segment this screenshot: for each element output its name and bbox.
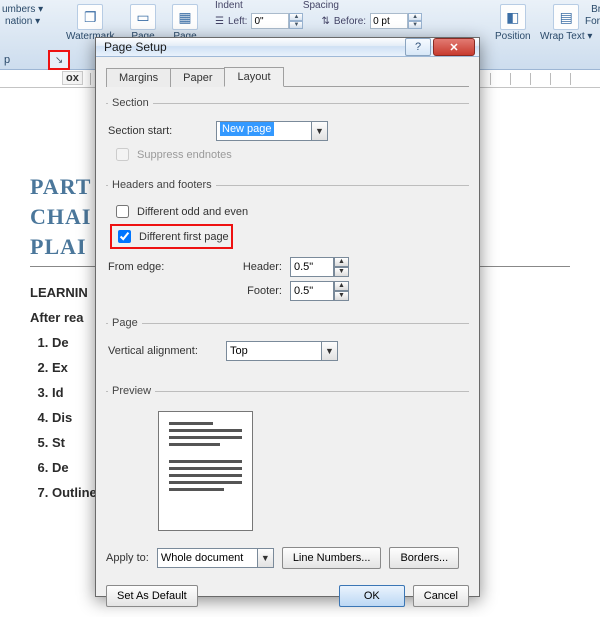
preview-legend: Preview	[108, 385, 155, 397]
valign-combo[interactable]	[226, 341, 321, 361]
spin-down-icon[interactable]: ▼	[334, 267, 349, 277]
footer-spinner[interactable]	[290, 281, 334, 301]
help-icon: ?	[415, 41, 421, 53]
indent-title: Indent	[215, 0, 243, 11]
p-label: p	[4, 54, 10, 66]
ribbon-nation[interactable]: nation ▾	[5, 16, 40, 27]
section-start-label: Section start:	[108, 125, 208, 137]
close-button[interactable]: ✕	[433, 38, 475, 56]
spin-up-icon[interactable]: ▲	[334, 281, 349, 291]
borders-button[interactable]: Borders...	[389, 547, 459, 569]
spin-down-icon[interactable]: ▼	[334, 291, 349, 301]
launcher-icon: ↘	[55, 55, 63, 66]
section-legend: Section	[108, 97, 153, 109]
dropdown-icon[interactable]: ▼	[257, 548, 274, 568]
header-spinner[interactable]	[290, 257, 334, 277]
different-odd-even-checkbox[interactable]	[116, 205, 129, 218]
position-label: Position	[495, 31, 531, 42]
preview-thumbnail	[158, 411, 253, 531]
header-label: Header:	[234, 261, 282, 273]
different-first-page-checkbox[interactable]	[118, 230, 131, 243]
from-edge-label: From edge:	[108, 261, 208, 273]
forward-label[interactable]: Forw	[585, 16, 600, 27]
suppress-endnotes-checkbox	[116, 148, 129, 161]
cancel-button[interactable]: Cancel	[413, 585, 469, 607]
position-icon[interactable]: ◧	[500, 4, 526, 30]
spin-down[interactable]: ▼	[289, 21, 303, 29]
headers-footers-group: Headers and footers Different odd and ev…	[106, 179, 469, 307]
hf-legend: Headers and footers	[108, 179, 216, 191]
different-odd-even-label: Different odd and even	[137, 206, 248, 218]
page-color-icon[interactable]: ▭	[130, 4, 156, 30]
indent-spacing-group: Indent Spacing ☰Left: ▲▼ ⇅Before: ▲▼	[215, 0, 422, 29]
dialog-footer: Set As Default OK Cancel	[96, 579, 479, 617]
apply-to-combo[interactable]	[157, 548, 257, 568]
watermark-icon[interactable]: ❐	[77, 4, 103, 30]
line-numbers-button[interactable]: Line Numbers...	[282, 547, 382, 569]
spin-down[interactable]: ▼	[408, 21, 422, 29]
spin-up[interactable]: ▲	[408, 13, 422, 21]
ribbon-numbers[interactable]: umbers ▾	[2, 4, 43, 15]
set-as-default-button[interactable]: Set As Default	[106, 585, 198, 607]
tab-layout[interactable]: Layout	[224, 67, 283, 87]
spin-up-icon[interactable]: ▲	[334, 257, 349, 267]
suppress-endnotes-label: Suppress endnotes	[137, 149, 232, 161]
ok-button[interactable]: OK	[339, 585, 405, 607]
indent-left-input[interactable]	[251, 13, 289, 29]
close-icon: ✕	[449, 41, 458, 54]
spacing-title: Spacing	[303, 0, 339, 11]
preview-group: Preview	[106, 385, 469, 533]
page-setup-dialog-launcher[interactable]: ↘	[48, 50, 70, 70]
page-setup-dialog: Page Setup ? ✕ Margins Paper Layout Sect…	[95, 37, 480, 597]
footer-label: Footer:	[234, 285, 282, 297]
apply-to-label: Apply to:	[106, 552, 149, 564]
tab-margins[interactable]: Margins	[106, 68, 171, 87]
section-group: Section Section start: New page ▼ Suppre…	[106, 97, 469, 169]
dialog-titlebar[interactable]: Page Setup ? ✕	[96, 38, 479, 57]
dialog-tabs: Margins Paper Layout	[106, 65, 469, 87]
spacing-before-input[interactable]	[370, 13, 408, 29]
dialog-title: Page Setup	[104, 40, 403, 54]
wrap-text-icon[interactable]: ▤	[553, 4, 579, 30]
dropdown-icon[interactable]: ▼	[321, 341, 338, 361]
box-label: ox	[62, 71, 83, 85]
wraptext-label: Wrap Text ▾	[540, 31, 592, 42]
valign-label: Vertical alignment:	[108, 345, 218, 357]
tab-paper[interactable]: Paper	[170, 68, 225, 87]
bring-label[interactable]: Br	[591, 4, 600, 15]
page-borders-icon[interactable]: ▦	[172, 4, 198, 30]
page-legend: Page	[108, 317, 142, 329]
dropdown-icon[interactable]: ▼	[311, 121, 328, 141]
different-first-page-label: Different first page	[139, 231, 229, 243]
before-label: Before:	[334, 16, 366, 27]
page-group: Page Vertical alignment: ▼	[106, 317, 469, 367]
help-button[interactable]: ?	[405, 38, 431, 56]
left-label: Left:	[228, 16, 247, 27]
section-start-value: New page	[220, 122, 274, 136]
spin-up[interactable]: ▲	[289, 13, 303, 21]
